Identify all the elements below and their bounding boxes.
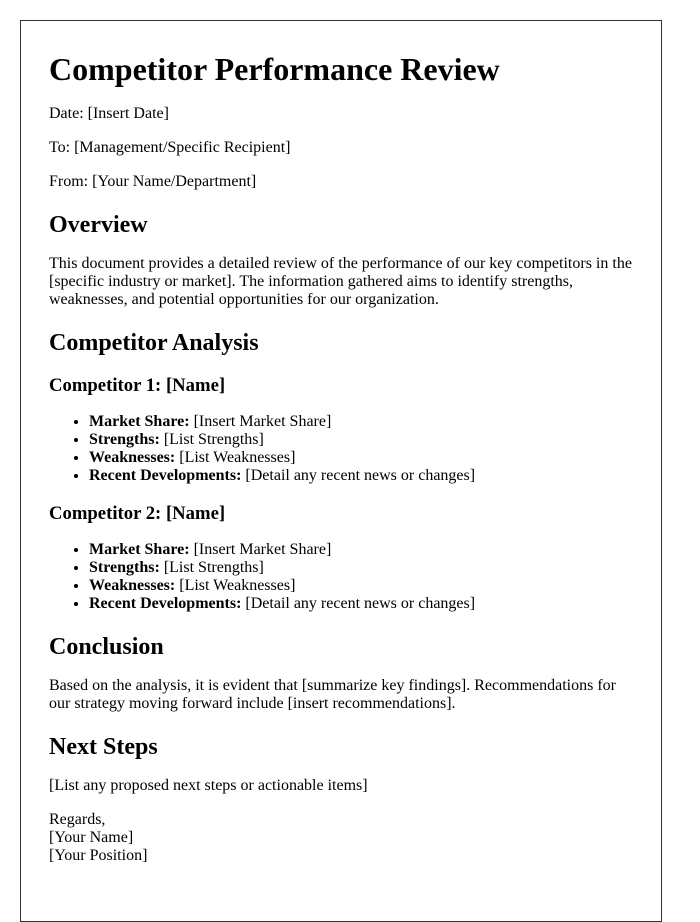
to-line: To: [Management/Specific Recipient] bbox=[49, 139, 291, 156]
item-label: Weaknesses: bbox=[89, 449, 176, 466]
list-item: Market Share: [Insert Market Share] bbox=[89, 541, 632, 559]
item-label: Weaknesses: bbox=[89, 577, 176, 594]
competitor-2-list: Market Share: [Insert Market Share] Stre… bbox=[49, 541, 632, 613]
document-page: Competitor Performance Review Date: [Ins… bbox=[20, 20, 662, 922]
closing: Regards, bbox=[49, 811, 106, 828]
document-title: Competitor Performance Review bbox=[49, 51, 500, 87]
item-value: [Detail any recent news or changes] bbox=[241, 467, 476, 484]
overview-heading: Overview bbox=[49, 212, 148, 238]
item-label: Strengths: bbox=[89, 431, 160, 448]
item-label: Recent Developments: bbox=[89, 467, 242, 484]
list-item: Strengths: [List Strengths] bbox=[89, 559, 632, 577]
next-steps-text: [List any proposed next steps or actiona… bbox=[49, 777, 368, 794]
signature-block: Regards, [Your Name] [Your Position] bbox=[49, 811, 632, 865]
competitor-2-heading: Competitor 2: [Name] bbox=[49, 503, 226, 524]
item-value: [Insert Market Share] bbox=[189, 413, 332, 430]
item-value: [Insert Market Share] bbox=[189, 541, 332, 558]
date-line: Date: [Insert Date] bbox=[49, 105, 169, 122]
item-value: [List Weaknesses] bbox=[175, 577, 296, 594]
from-line: From: [Your Name/Department] bbox=[49, 173, 257, 190]
next-steps-heading: Next Steps bbox=[49, 734, 158, 760]
item-label: Market Share: bbox=[89, 541, 190, 558]
overview-text: This document provides a detailed review… bbox=[49, 255, 632, 308]
analysis-heading: Competitor Analysis bbox=[49, 330, 259, 356]
conclusion-text: Based on the analysis, it is evident tha… bbox=[49, 677, 616, 712]
item-value: [List Weaknesses] bbox=[175, 449, 296, 466]
item-label: Strengths: bbox=[89, 559, 160, 576]
signer-name: [Your Name] bbox=[49, 829, 134, 846]
item-value: [List Strengths] bbox=[159, 559, 264, 576]
list-item: Market Share: [Insert Market Share] bbox=[89, 413, 632, 431]
competitor-1-heading: Competitor 1: [Name] bbox=[49, 375, 226, 396]
memo-header: Date: [Insert Date] To: [Management/Spec… bbox=[49, 105, 632, 191]
list-item: Strengths: [List Strengths] bbox=[89, 431, 632, 449]
list-item: Recent Developments: [Detail any recent … bbox=[89, 595, 632, 613]
competitor-1-list: Market Share: [Insert Market Share] Stre… bbox=[49, 413, 632, 485]
conclusion-heading: Conclusion bbox=[49, 634, 164, 660]
list-item: Weaknesses: [List Weaknesses] bbox=[89, 449, 632, 467]
list-item: Weaknesses: [List Weaknesses] bbox=[89, 577, 632, 595]
item-value: [Detail any recent news or changes] bbox=[241, 595, 476, 612]
signer-position: [Your Position] bbox=[49, 847, 148, 864]
item-value: [List Strengths] bbox=[159, 431, 264, 448]
list-item: Recent Developments: [Detail any recent … bbox=[89, 467, 632, 485]
item-label: Recent Developments: bbox=[89, 595, 242, 612]
item-label: Market Share: bbox=[89, 413, 190, 430]
